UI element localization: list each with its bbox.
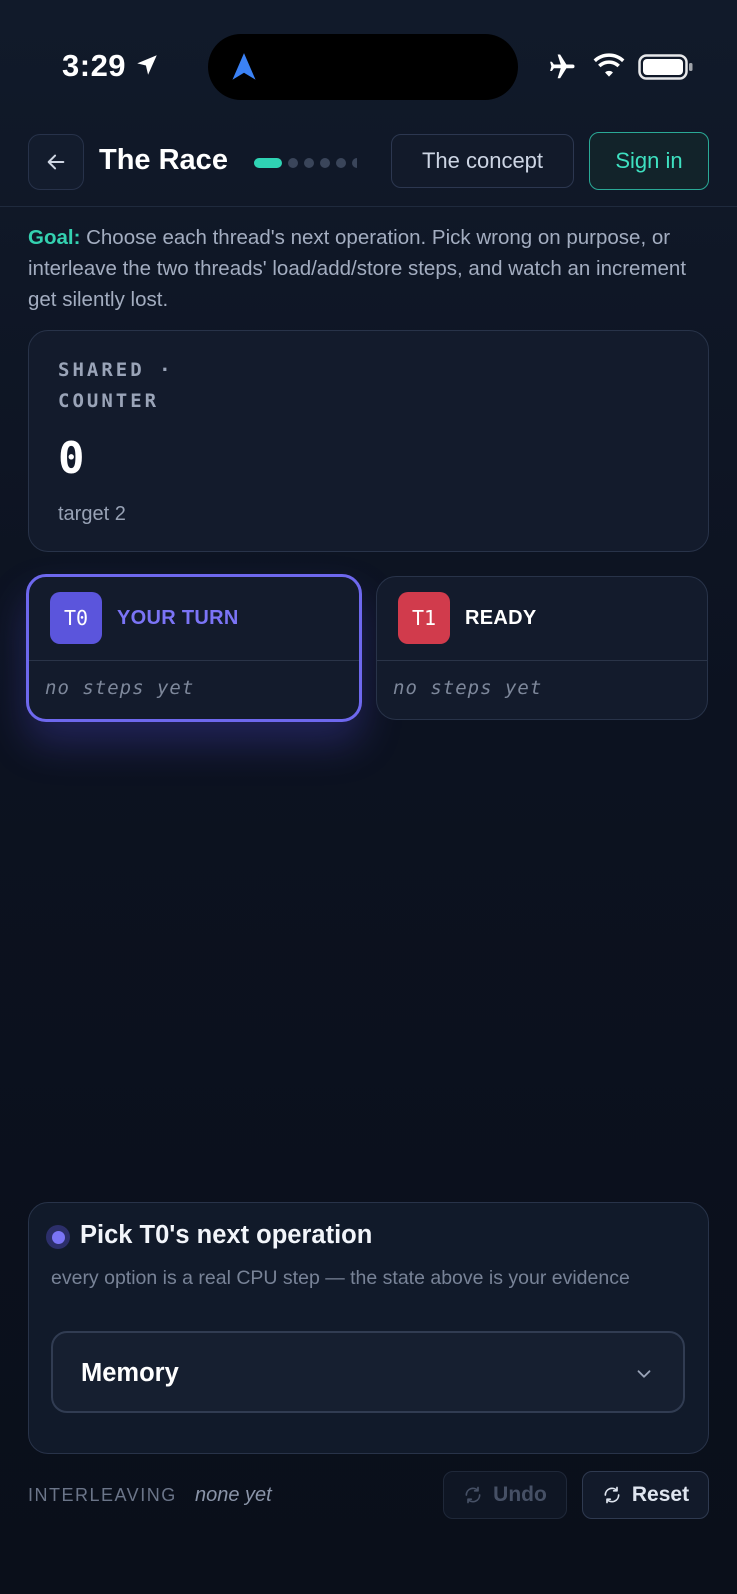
- progress-dot: [304, 158, 314, 168]
- thread-status: READY: [465, 607, 537, 629]
- counter-target: target 2: [58, 503, 126, 525]
- goal-text: Goal: Choose each thread's next operatio…: [28, 222, 714, 315]
- page-title: The Race: [99, 144, 228, 176]
- goal-label: Goal:: [28, 226, 81, 249]
- sign-in-button[interactable]: Sign in: [589, 132, 709, 190]
- dynamic-island: [208, 34, 518, 100]
- battery-icon: [638, 54, 693, 80]
- header-divider: [0, 206, 737, 207]
- refresh-icon: [604, 1486, 620, 1504]
- concept-button[interactable]: The concept: [391, 134, 574, 188]
- operation-select[interactable]: Memory: [51, 1331, 685, 1413]
- location-arrow-icon: [137, 55, 157, 75]
- thread-badge: T0: [50, 592, 102, 644]
- back-button[interactable]: [28, 134, 84, 190]
- navigation-icon: [232, 53, 256, 80]
- active-indicator-icon: [46, 1225, 70, 1249]
- operation-picker-panel: Pick T0's next operation every option is…: [28, 1202, 709, 1454]
- interleaving-value: none yet: [195, 1484, 272, 1506]
- status-bar: 3:29: [0, 0, 737, 120]
- thread-card-t1[interactable]: T1 READY no steps yet: [376, 576, 708, 720]
- counter-value: 0: [58, 433, 85, 484]
- thread-header: T0 YOUR TURN: [29, 577, 359, 661]
- thread-badge: T1: [398, 592, 450, 644]
- app-header: The Race The concept Sign in: [0, 132, 737, 206]
- progress-indicator: [254, 156, 357, 170]
- progress-dot-active: [254, 158, 282, 168]
- thread-status: YOUR TURN: [117, 607, 239, 629]
- thread-header: T1 READY: [377, 577, 707, 661]
- status-time: 3:29: [62, 48, 127, 83]
- chevron-down-icon: [637, 1370, 651, 1378]
- wifi-icon: [593, 53, 625, 77]
- counter-label: SHARED · COUNTER: [58, 359, 174, 412]
- select-value: Memory: [81, 1359, 179, 1387]
- interleaving-label: INTERLEAVING: [28, 1485, 177, 1505]
- progress-dot: [288, 158, 298, 168]
- thread-steps: no steps yet: [45, 677, 195, 699]
- shared-counter-card: SHARED · COUNTER 0 target 2: [28, 330, 709, 552]
- undo-label: Undo: [493, 1483, 547, 1506]
- airplane-icon: [550, 54, 575, 79]
- reset-button[interactable]: Reset: [582, 1471, 709, 1519]
- picker-subtitle: every option is a real CPU step — the st…: [51, 1267, 630, 1289]
- arrow-left-icon: [47, 154, 65, 170]
- picker-title: Pick T0's next operation: [80, 1221, 373, 1249]
- thread-card-t0[interactable]: T0 YOUR TURN no steps yet: [26, 574, 362, 722]
- progress-dot: [336, 158, 346, 168]
- undo-icon: [465, 1486, 481, 1504]
- reset-label: Reset: [631, 1483, 690, 1506]
- thread-steps: no steps yet: [393, 677, 543, 699]
- progress-dot: [352, 158, 357, 168]
- progress-dot: [320, 158, 330, 168]
- undo-button[interactable]: Undo: [443, 1471, 567, 1519]
- goal-description: Choose each thread's next operation. Pic…: [28, 226, 687, 311]
